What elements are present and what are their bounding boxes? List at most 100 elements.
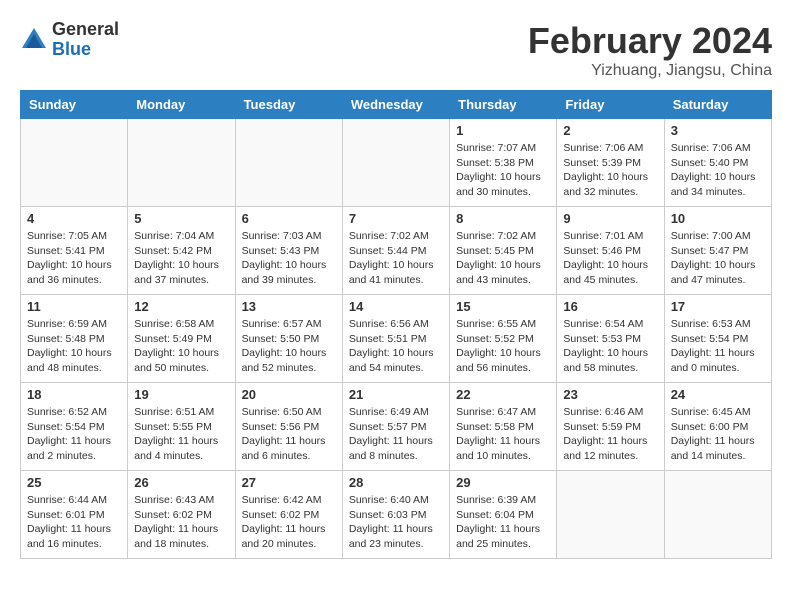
day-number: 22	[456, 387, 550, 402]
calendar-cell: 17Sunrise: 6:53 AM Sunset: 5:54 PM Dayli…	[664, 295, 771, 383]
calendar-week-row: 1 Sunrise: 7:07 AM Sunset: 5:38 PM Daylig…	[21, 119, 772, 207]
day-detail: Sunrise: 7:02 AM Sunset: 5:45 PM Dayligh…	[456, 229, 550, 288]
calendar-cell: 29Sunrise: 6:39 AM Sunset: 6:04 PM Dayli…	[450, 471, 557, 559]
day-detail: Sunrise: 6:39 AM Sunset: 6:04 PM Dayligh…	[456, 493, 550, 552]
calendar-cell: 25 Sunrise: 6:44 AM Sunset: 6:01 PM Dayli…	[21, 471, 128, 559]
day-detail: Sunrise: 7:06 AM Sunset: 5:39 PM Dayligh…	[563, 141, 657, 200]
day-detail: Sunrise: 6:40 AM Sunset: 6:03 PM Dayligh…	[349, 493, 443, 552]
day-number: 24	[671, 387, 765, 402]
day-number: 28	[349, 475, 443, 490]
day-detail: Sunrise: 7:02 AM Sunset: 5:44 PM Dayligh…	[349, 229, 443, 288]
calendar-cell	[21, 119, 128, 207]
calendar-cell: 24 Sunrise: 6:45 AM Sunset: 6:00 PM Dayli…	[664, 383, 771, 471]
day-number: 18	[27, 387, 121, 402]
day-number: 5	[134, 211, 228, 226]
logo-blue-text: Blue	[52, 40, 119, 60]
day-detail: Sunrise: 6:46 AM Sunset: 5:59 PM Dayligh…	[563, 405, 657, 464]
title-block: February 2024 Yizhuang, Jiangsu, China	[528, 20, 772, 80]
day-detail: Sunrise: 6:58 AM Sunset: 5:49 PM Dayligh…	[134, 317, 228, 376]
calendar-cell: 20 Sunrise: 6:50 AM Sunset: 5:56 PM Dayli…	[235, 383, 342, 471]
calendar-cell: 23 Sunrise: 6:46 AM Sunset: 5:59 PM Dayli…	[557, 383, 664, 471]
calendar-cell	[557, 471, 664, 559]
day-detail: Sunrise: 7:01 AM Sunset: 5:46 PM Dayligh…	[563, 229, 657, 288]
calendar-cell	[235, 119, 342, 207]
calendar-cell: 10 Sunrise: 7:00 AM Sunset: 5:47 PM Dayli…	[664, 207, 771, 295]
calendar-cell: 8 Sunrise: 7:02 AM Sunset: 5:45 PM Daylig…	[450, 207, 557, 295]
day-number: 6	[242, 211, 336, 226]
weekday-header-thursday: Thursday	[450, 91, 557, 119]
month-year-title: February 2024	[528, 20, 772, 62]
day-detail: Sunrise: 7:04 AM Sunset: 5:42 PM Dayligh…	[134, 229, 228, 288]
day-number: 16	[563, 299, 657, 314]
day-detail: Sunrise: 6:53 AM Sunset: 5:54 PM Dayligh…	[671, 317, 765, 376]
calendar-week-row: 25 Sunrise: 6:44 AM Sunset: 6:01 PM Dayli…	[21, 471, 772, 559]
day-number: 19	[134, 387, 228, 402]
day-number: 2	[563, 123, 657, 138]
day-number: 14	[349, 299, 443, 314]
calendar-cell: 26 Sunrise: 6:43 AM Sunset: 6:02 PM Dayli…	[128, 471, 235, 559]
day-detail: Sunrise: 6:43 AM Sunset: 6:02 PM Dayligh…	[134, 493, 228, 552]
calendar-cell: 2 Sunrise: 7:06 AM Sunset: 5:39 PM Daylig…	[557, 119, 664, 207]
day-number: 26	[134, 475, 228, 490]
day-detail: Sunrise: 7:06 AM Sunset: 5:40 PM Dayligh…	[671, 141, 765, 200]
day-number: 12	[134, 299, 228, 314]
day-detail: Sunrise: 6:49 AM Sunset: 5:57 PM Dayligh…	[349, 405, 443, 464]
day-detail: Sunrise: 6:55 AM Sunset: 5:52 PM Dayligh…	[456, 317, 550, 376]
day-detail: Sunrise: 6:57 AM Sunset: 5:50 PM Dayligh…	[242, 317, 336, 376]
calendar-week-row: 11Sunrise: 6:59 AM Sunset: 5:48 PM Dayli…	[21, 295, 772, 383]
day-detail: Sunrise: 6:56 AM Sunset: 5:51 PM Dayligh…	[349, 317, 443, 376]
logo-text: General Blue	[52, 20, 119, 60]
calendar-table: SundayMondayTuesdayWednesdayThursdayFrid…	[20, 90, 772, 559]
day-number: 13	[242, 299, 336, 314]
day-detail: Sunrise: 6:50 AM Sunset: 5:56 PM Dayligh…	[242, 405, 336, 464]
day-detail: Sunrise: 6:47 AM Sunset: 5:58 PM Dayligh…	[456, 405, 550, 464]
calendar-cell: 19 Sunrise: 6:51 AM Sunset: 5:55 PM Dayli…	[128, 383, 235, 471]
weekday-header-wednesday: Wednesday	[342, 91, 449, 119]
calendar-cell: 27Sunrise: 6:42 AM Sunset: 6:02 PM Dayli…	[235, 471, 342, 559]
calendar-cell	[342, 119, 449, 207]
day-detail: Sunrise: 6:44 AM Sunset: 6:01 PM Dayligh…	[27, 493, 121, 552]
day-detail: Sunrise: 7:03 AM Sunset: 5:43 PM Dayligh…	[242, 229, 336, 288]
logo: General Blue	[20, 20, 119, 60]
calendar-cell: 1 Sunrise: 7:07 AM Sunset: 5:38 PM Daylig…	[450, 119, 557, 207]
location-subtitle: Yizhuang, Jiangsu, China	[528, 62, 772, 80]
calendar-cell: 5 Sunrise: 7:04 AM Sunset: 5:42 PM Daylig…	[128, 207, 235, 295]
day-detail: Sunrise: 7:07 AM Sunset: 5:38 PM Dayligh…	[456, 141, 550, 200]
day-number: 3	[671, 123, 765, 138]
day-number: 9	[563, 211, 657, 226]
page-header: General Blue February 2024 Yizhuang, Jia…	[20, 20, 772, 80]
weekday-header-sunday: Sunday	[21, 91, 128, 119]
day-detail: Sunrise: 7:00 AM Sunset: 5:47 PM Dayligh…	[671, 229, 765, 288]
calendar-week-row: 18Sunrise: 6:52 AM Sunset: 5:54 PM Dayli…	[21, 383, 772, 471]
day-detail: Sunrise: 7:05 AM Sunset: 5:41 PM Dayligh…	[27, 229, 121, 288]
calendar-cell: 7Sunrise: 7:02 AM Sunset: 5:44 PM Daylig…	[342, 207, 449, 295]
day-number: 21	[349, 387, 443, 402]
day-detail: Sunrise: 6:42 AM Sunset: 6:02 PM Dayligh…	[242, 493, 336, 552]
calendar-cell: 18Sunrise: 6:52 AM Sunset: 5:54 PM Dayli…	[21, 383, 128, 471]
calendar-cell: 22 Sunrise: 6:47 AM Sunset: 5:58 PM Dayli…	[450, 383, 557, 471]
day-number: 23	[563, 387, 657, 402]
day-number: 15	[456, 299, 550, 314]
calendar-cell: 28 Sunrise: 6:40 AM Sunset: 6:03 PM Dayli…	[342, 471, 449, 559]
day-detail: Sunrise: 6:45 AM Sunset: 6:00 PM Dayligh…	[671, 405, 765, 464]
day-number: 1	[456, 123, 550, 138]
day-number: 10	[671, 211, 765, 226]
calendar-cell: 13 Sunrise: 6:57 AM Sunset: 5:50 PM Dayli…	[235, 295, 342, 383]
weekday-header-monday: Monday	[128, 91, 235, 119]
weekday-header-friday: Friday	[557, 91, 664, 119]
calendar-cell: 15 Sunrise: 6:55 AM Sunset: 5:52 PM Dayli…	[450, 295, 557, 383]
calendar-week-row: 4 Sunrise: 7:05 AM Sunset: 5:41 PM Daylig…	[21, 207, 772, 295]
day-number: 11	[27, 299, 121, 314]
weekday-header-saturday: Saturday	[664, 91, 771, 119]
day-number: 20	[242, 387, 336, 402]
calendar-cell: 6 Sunrise: 7:03 AM Sunset: 5:43 PM Daylig…	[235, 207, 342, 295]
day-number: 8	[456, 211, 550, 226]
calendar-cell: 11Sunrise: 6:59 AM Sunset: 5:48 PM Dayli…	[21, 295, 128, 383]
calendar-cell: 12 Sunrise: 6:58 AM Sunset: 5:49 PM Dayli…	[128, 295, 235, 383]
calendar-cell: 3 Sunrise: 7:06 AM Sunset: 5:40 PM Daylig…	[664, 119, 771, 207]
calendar-cell	[664, 471, 771, 559]
day-detail: Sunrise: 6:51 AM Sunset: 5:55 PM Dayligh…	[134, 405, 228, 464]
day-number: 25	[27, 475, 121, 490]
day-number: 4	[27, 211, 121, 226]
calendar-cell: 21 Sunrise: 6:49 AM Sunset: 5:57 PM Dayli…	[342, 383, 449, 471]
